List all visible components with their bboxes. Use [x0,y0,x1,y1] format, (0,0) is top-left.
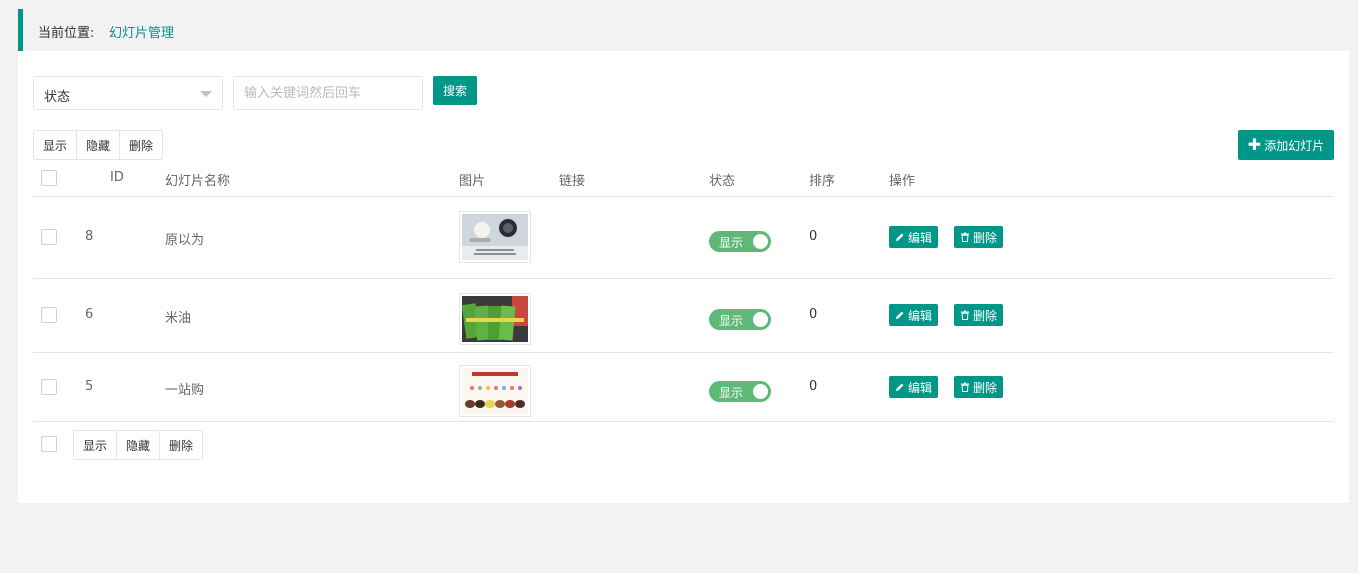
pencil-icon [896,233,904,241]
delete-label: 删除 [973,380,998,395]
row-id: 6 [85,307,94,322]
status-switch[interactable]: 显示 [709,309,771,330]
delete-button[interactable]: 删除 [954,376,1004,398]
pencil-icon [896,383,904,391]
row-sort: 0 [809,379,818,394]
add-slide-button[interactable]: ✚ 添加幻灯片 [1238,130,1334,160]
status-switch-label: 显示 [719,236,744,250]
trash-icon [961,232,969,242]
bulk-hide-button[interactable]: 隐藏 [117,431,161,459]
bulk-delete-button[interactable]: 删除 [120,131,162,159]
edit-label: 编辑 [908,380,933,395]
switch-knob [753,312,768,327]
bulk-hide-button[interactable]: 隐藏 [77,131,121,159]
header-id: ID [110,170,124,185]
switch-knob [753,384,768,399]
row-name: 一站购 [165,383,205,398]
select-all-checkbox[interactable] [41,170,57,186]
select-all-checkbox-bottom[interactable] [41,436,57,452]
bulk-actions-bottom: 显示 隐藏 删除 [73,430,204,460]
breadcrumb-prefix: 当前位置: [38,26,95,41]
header-name: 幻灯片名称 [165,174,231,189]
status-switch[interactable]: 显示 [709,381,771,402]
search-input[interactable] [233,76,423,110]
status-select-value: 状态 [44,90,71,105]
delete-button[interactable]: 删除 [954,304,1004,326]
delete-label: 删除 [973,308,998,323]
switch-knob [753,234,768,249]
header-sort: 排序 [809,174,836,189]
delete-button[interactable]: 删除 [954,226,1004,248]
row-name: 原以为 [165,233,205,248]
row-divider [33,352,1334,353]
header-status: 状态 [709,174,736,189]
row-sort: 0 [809,307,818,322]
slide-thumbnail [459,365,531,417]
edit-button[interactable]: 编辑 [889,376,939,398]
breadcrumb-current[interactable]: 幻灯片管理 [109,22,174,41]
plus-icon: ✚ [1247,135,1262,154]
header-divider [33,196,1334,197]
bulk-show-button[interactable]: 显示 [34,131,78,159]
delete-label: 删除 [973,230,998,245]
row-checkbox[interactable] [41,229,57,245]
row-divider [33,421,1334,422]
row-checkbox[interactable] [41,307,57,323]
status-switch[interactable]: 显示 [709,231,771,252]
bulk-show-button[interactable]: 显示 [74,431,118,459]
status-select[interactable]: 状态 [33,76,223,110]
edit-label: 编辑 [908,308,933,323]
bulk-actions-top: 显示 隐藏 删除 [33,130,164,160]
row-sort: 0 [809,229,818,244]
edit-label: 编辑 [908,230,933,245]
header-image: 图片 [459,174,486,189]
row-checkbox[interactable] [41,379,57,395]
slide-thumbnail [459,293,531,345]
pencil-icon [896,311,904,319]
slide-thumbnail [459,211,531,263]
trash-icon [961,382,969,392]
row-name: 米油 [165,311,192,326]
header-link: 链接 [559,174,586,189]
main-panel: 状态 搜索 显示 隐藏 删除 ✚ 添加幻灯片 ID 幻灯片名称 图片 链接 状态… [18,51,1349,503]
row-id: 8 [85,229,94,244]
status-switch-label: 显示 [719,386,744,400]
search-button[interactable]: 搜索 [433,76,477,105]
edit-button[interactable]: 编辑 [889,226,939,248]
bulk-delete-button[interactable]: 删除 [160,431,202,459]
trash-icon [961,310,969,320]
chevron-down-icon [200,91,212,97]
row-id: 5 [85,379,94,394]
status-switch-label: 显示 [719,314,744,328]
breadcrumb: 当前位置: 幻灯片管理 [18,9,1349,51]
header-ops: 操作 [889,174,916,189]
add-slide-label: 添加幻灯片 [1264,138,1325,153]
row-divider [33,278,1334,279]
edit-button[interactable]: 编辑 [889,304,939,326]
